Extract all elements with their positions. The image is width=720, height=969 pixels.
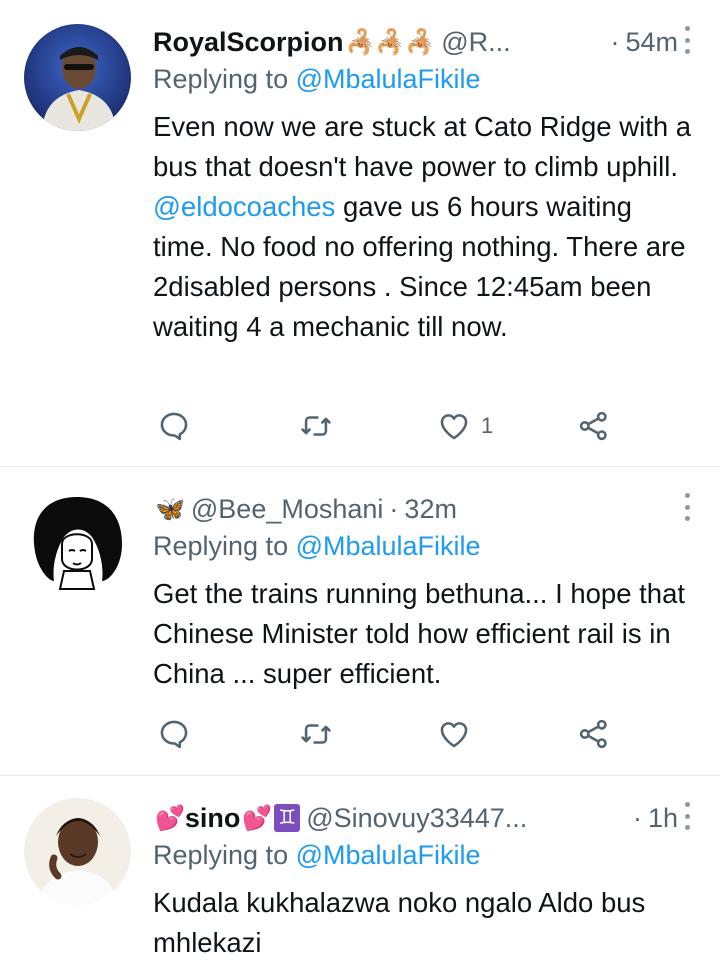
display-name[interactable]: sino [185,803,241,834]
action-bar [153,714,633,754]
mention-link[interactable]: @eldocoaches [153,191,335,222]
reply-button[interactable] [157,406,191,446]
tweet[interactable]: 🦋 @Bee_Moshani · 32m Replying to @Mbalul… [0,467,720,776]
user-handle[interactable]: @Bee_Moshani [191,494,384,525]
share-button[interactable] [577,714,611,754]
tweet[interactable]: 💕 sino 💕 ♊ @Sinovuy33447... · 1h Replyin… [0,776,720,969]
more-icon[interactable] [684,802,690,830]
replying-label: Replying to [153,64,296,94]
share-icon [579,719,607,749]
hearts-emoji: 💕 [155,804,185,832]
timestamp[interactable]: 1h [648,803,678,834]
user-handle[interactable]: @R... [441,27,510,58]
replying-to: Replying to @MbalulaFikile [153,64,481,95]
like-button[interactable]: 1 [437,406,493,446]
reply-icon [160,720,188,749]
replying-label: Replying to [153,840,296,870]
butterfly-emoji: 🦋 [155,495,185,523]
separator-dot: · [389,493,399,524]
reply-button[interactable] [157,714,191,754]
replying-label: Replying to [153,531,296,561]
avatar[interactable] [24,798,131,905]
retweet-button[interactable] [299,406,333,446]
tweet-text: Get the trains running bethuna... I hope… [153,578,686,689]
avatar[interactable] [24,24,131,131]
replying-to: Replying to @MbalulaFikile [153,840,481,871]
retweet-icon [301,416,331,436]
user-handle[interactable]: @Sinovuy33447... [306,803,527,834]
retweet-icon [301,724,331,744]
action-bar: 1 [153,406,633,446]
timestamp[interactable]: 54m [625,27,678,58]
tweet[interactable]: RoyalScorpion 🦂🦂🦂 @R... · 54m Replying t… [0,0,720,467]
more-icon[interactable] [684,493,690,521]
replying-mention[interactable]: @MbalulaFikile [296,531,481,561]
avatar[interactable] [24,489,131,596]
tweet-text: Kudala kukhalazwa noko ngalo Aldo bus mh… [153,887,646,958]
display-name[interactable]: RoyalScorpion [153,27,344,58]
tweet-text: Even now we are stuck at Cato Ridge with… [153,107,694,347]
replying-mention[interactable]: @MbalulaFikile [296,840,481,870]
like-count: 1 [481,413,494,438]
hearts-emoji: 💕 [242,804,273,832]
timestamp[interactable]: 32m [404,494,457,525]
share-button[interactable] [577,406,611,446]
retweet-button[interactable] [299,714,333,754]
scorpion-emoji: 🦂🦂🦂 [345,28,436,56]
more-icon[interactable] [684,26,690,54]
tweet-text-part: Even now we are stuck at Cato Ridge with… [153,111,692,182]
separator-dot: · [632,802,642,833]
reply-icon [160,412,188,441]
like-button[interactable] [437,714,471,754]
like-icon [440,722,468,748]
like-icon [440,414,468,440]
replying-mention[interactable]: @MbalulaFikile [296,64,481,94]
share-icon [579,411,607,441]
separator-dot: · [610,26,620,57]
gemini-emoji: ♊ [274,804,301,832]
replying-to: Replying to @MbalulaFikile [153,531,481,562]
